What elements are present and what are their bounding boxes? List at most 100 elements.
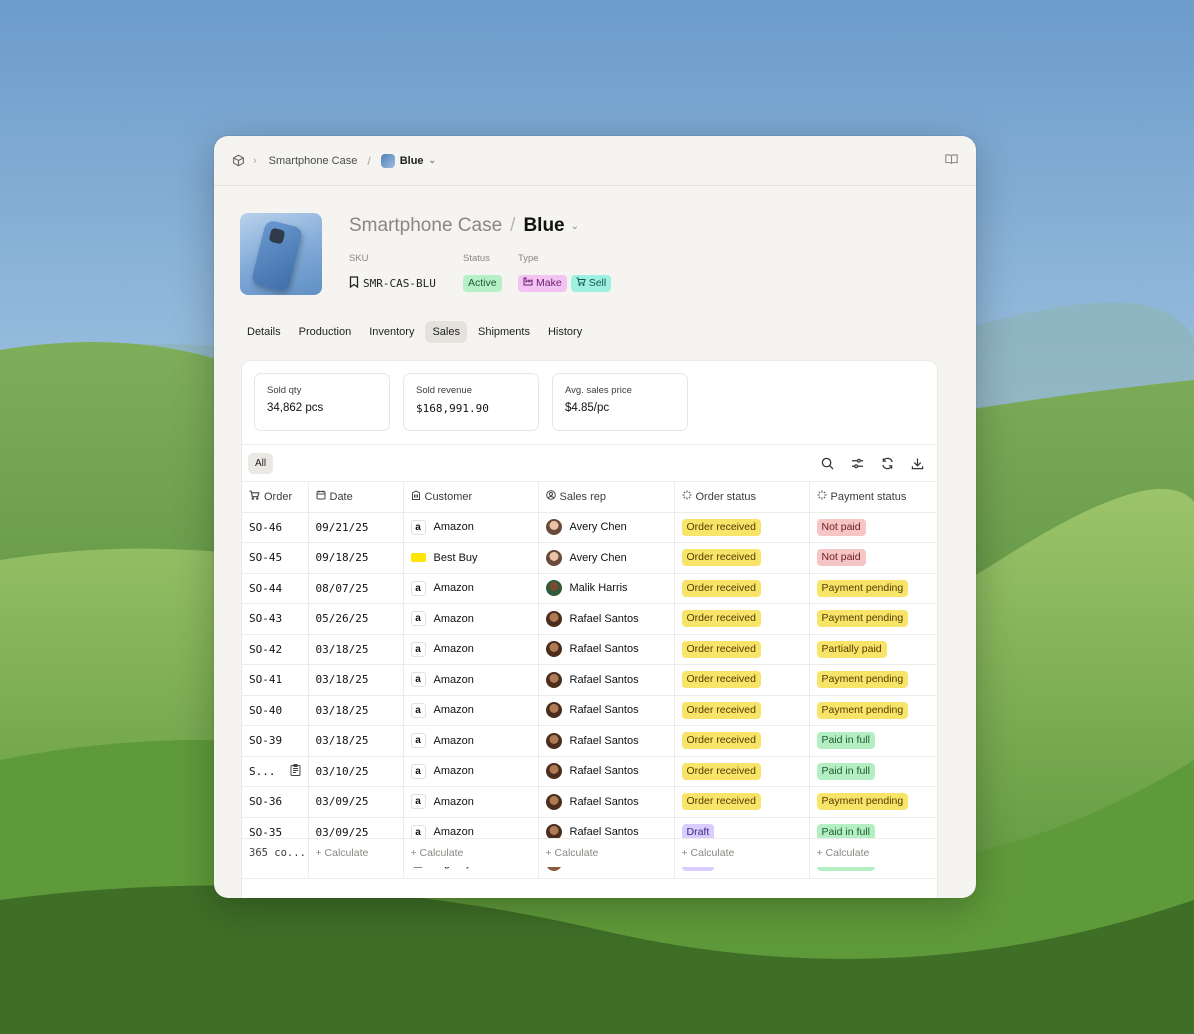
table-row[interactable]: SO-39 03/18/25 a Amazon Rafael Santos Order r… — [242, 725, 937, 757]
sales-rep-cell[interactable]: Rafael Santos — [538, 786, 675, 818]
order-status-cell[interactable]: Order received — [674, 695, 810, 726]
order-id[interactable]: SO-41 — [242, 664, 309, 696]
payment-status-cell[interactable]: Not paid — [809, 512, 937, 543]
payment-status-cell[interactable]: Payment pending — [809, 603, 937, 635]
calculate-button[interactable]: + Calculate — [809, 838, 937, 867]
order-status-cell[interactable]: Order received — [674, 573, 810, 604]
sales-rep-cell[interactable]: Rafael Santos — [538, 695, 675, 726]
sales-rep-cell[interactable]: Rafael Santos — [538, 603, 675, 635]
customer-cell[interactable]: a Amazon — [403, 634, 539, 665]
status-badge[interactable]: Active — [463, 274, 502, 292]
filter-sliders-icon[interactable] — [849, 455, 865, 471]
breadcrumb-variant[interactable]: Blue ⌄ — [380, 153, 436, 168]
filter-all-button[interactable]: All — [248, 452, 274, 474]
col-date[interactable]: Date — [308, 482, 404, 513]
order-status-cell[interactable]: Order received — [674, 725, 810, 757]
box-icon[interactable] — [232, 154, 245, 167]
stats-row: Sold qty 34,862 pcs Sold revenue $168,99… — [242, 361, 937, 445]
order-status-badge: Order received — [681, 518, 761, 536]
customer-cell[interactable]: a Amazon — [403, 664, 539, 696]
customer-cell[interactable]: a Amazon — [403, 786, 539, 818]
order-id[interactable]: SO-36 — [242, 786, 309, 818]
calculate-button[interactable]: + Calculate — [308, 838, 404, 867]
customer-cell[interactable]: a Amazon — [403, 695, 539, 726]
order-id[interactable]: SO-43 — [242, 603, 309, 635]
payment-status-cell[interactable]: Paid in full — [809, 756, 937, 787]
table-row[interactable]: SO-36 03/09/25 a Amazon Rafael Santos Order r… — [242, 786, 937, 818]
table-row[interactable]: SO-44 08/07/25 a Amazon Malik Harris Order re… — [242, 573, 937, 604]
order-id[interactable]: SO-45 — [242, 542, 309, 574]
sales-rep-cell[interactable]: Rafael Santos — [538, 725, 675, 757]
row-count: 365 co... — [242, 838, 309, 867]
type-sell-badge[interactable]: Sell — [570, 274, 612, 292]
col-sales-rep[interactable]: Sales rep — [538, 482, 675, 513]
payment-status-cell[interactable]: Payment pending — [809, 695, 937, 726]
customer-name: Amazon — [433, 734, 474, 747]
customer-cell[interactable]: a Amazon — [403, 573, 539, 604]
order-id[interactable]: SO-44 — [242, 573, 309, 604]
table-row[interactable]: S... 03/10/25 a Amazon Rafael Santos Order re… — [242, 756, 937, 787]
order-status-cell[interactable]: Order received — [674, 634, 810, 665]
table-row[interactable]: SO-43 05/26/25 a Amazon Rafael Santos Order r… — [242, 603, 937, 635]
sales-rep-cell[interactable]: Rafael Santos — [538, 664, 675, 696]
table-footer: 365 co... + Calculate + Calculate + Calc… — [242, 838, 937, 867]
breadcrumb-product[interactable]: Smartphone Case — [269, 155, 358, 167]
order-status-cell[interactable]: Order received — [674, 603, 810, 635]
table-row[interactable]: SO-41 03/18/25 a Amazon Rafael Santos Order r… — [242, 664, 937, 696]
order-status-cell[interactable]: Order received — [674, 512, 810, 543]
col-customer[interactable]: Customer — [403, 482, 539, 513]
tab-history[interactable]: History — [541, 321, 589, 343]
payment-status-cell[interactable]: Partially paid — [809, 634, 937, 665]
search-icon[interactable] — [819, 455, 835, 471]
calculate-button[interactable]: + Calculate — [674, 838, 810, 867]
tab-shipments[interactable]: Shipments — [471, 321, 537, 343]
tab-details[interactable]: Details — [240, 321, 288, 343]
col-order[interactable]: Order — [242, 482, 309, 513]
sales-rep-cell[interactable]: Rafael Santos — [538, 634, 675, 665]
customer-cell[interactable]: a Amazon — [403, 725, 539, 757]
payment-status-cell[interactable]: Paid in full — [809, 725, 937, 757]
type-make-badge[interactable]: Make — [518, 274, 567, 292]
table-row[interactable]: SO-42 03/18/25 a Amazon Rafael Santos Order r… — [242, 634, 937, 665]
sales-rep-cell[interactable]: Avery Chen — [538, 542, 675, 574]
payment-status-cell[interactable]: Payment pending — [809, 786, 937, 818]
sales-rep-cell[interactable]: Rafael Santos — [538, 756, 675, 787]
order-id[interactable]: SO-46 — [242, 512, 309, 543]
sales-rep-cell[interactable]: Avery Chen — [538, 512, 675, 543]
order-id[interactable]: SO-39 — [242, 725, 309, 757]
chevron-down-icon[interactable]: ⌄ — [571, 221, 579, 232]
payment-status-cell[interactable]: Payment pending — [809, 573, 937, 604]
order-id[interactable]: SO-42 — [242, 634, 309, 665]
payment-status-cell[interactable]: Payment pending — [809, 664, 937, 696]
sales-rep-cell[interactable]: Malik Harris — [538, 573, 675, 604]
table-row[interactable]: SO-40 03/18/25 a Amazon Rafael Santos Order r… — [242, 695, 937, 726]
title-variant[interactable]: Blue — [523, 215, 564, 237]
table-row[interactable]: SO-45 09/18/25 Best Buy Avery Chen Order rec… — [242, 542, 937, 574]
table-row[interactable]: SO-46 09/21/25 a Amazon Avery Chen Order rece… — [242, 512, 937, 543]
calculate-button[interactable]: + Calculate — [403, 838, 539, 867]
refresh-icon[interactable] — [879, 455, 895, 471]
title-parent[interactable]: Smartphone Case — [349, 215, 502, 237]
note-icon[interactable] — [290, 763, 301, 779]
tab-inventory[interactable]: Inventory — [362, 321, 421, 343]
calculate-button[interactable]: + Calculate — [538, 838, 675, 867]
order-status-cell[interactable]: Order received — [674, 756, 810, 787]
table-toolbar: All — [242, 445, 937, 482]
order-id[interactable]: S... — [242, 756, 309, 787]
user-circle-icon — [545, 490, 556, 503]
customer-cell[interactable]: Best Buy — [403, 542, 539, 574]
order-id[interactable]: SO-40 — [242, 695, 309, 726]
customer-cell[interactable]: a Amazon — [403, 756, 539, 787]
order-status-cell[interactable]: Order received — [674, 786, 810, 818]
tab-sales[interactable]: Sales — [425, 321, 467, 343]
download-icon[interactable] — [909, 455, 925, 471]
book-icon[interactable] — [945, 153, 958, 168]
tab-production[interactable]: Production — [292, 321, 359, 343]
payment-status-cell[interactable]: Not paid — [809, 542, 937, 574]
customer-cell[interactable]: a Amazon — [403, 603, 539, 635]
col-payment-status[interactable]: Payment status — [809, 482, 937, 513]
order-status-cell[interactable]: Order received — [674, 542, 810, 574]
col-order-status[interactable]: Order status — [674, 482, 810, 513]
order-status-cell[interactable]: Order received — [674, 664, 810, 696]
customer-cell[interactable]: a Amazon — [403, 512, 539, 543]
